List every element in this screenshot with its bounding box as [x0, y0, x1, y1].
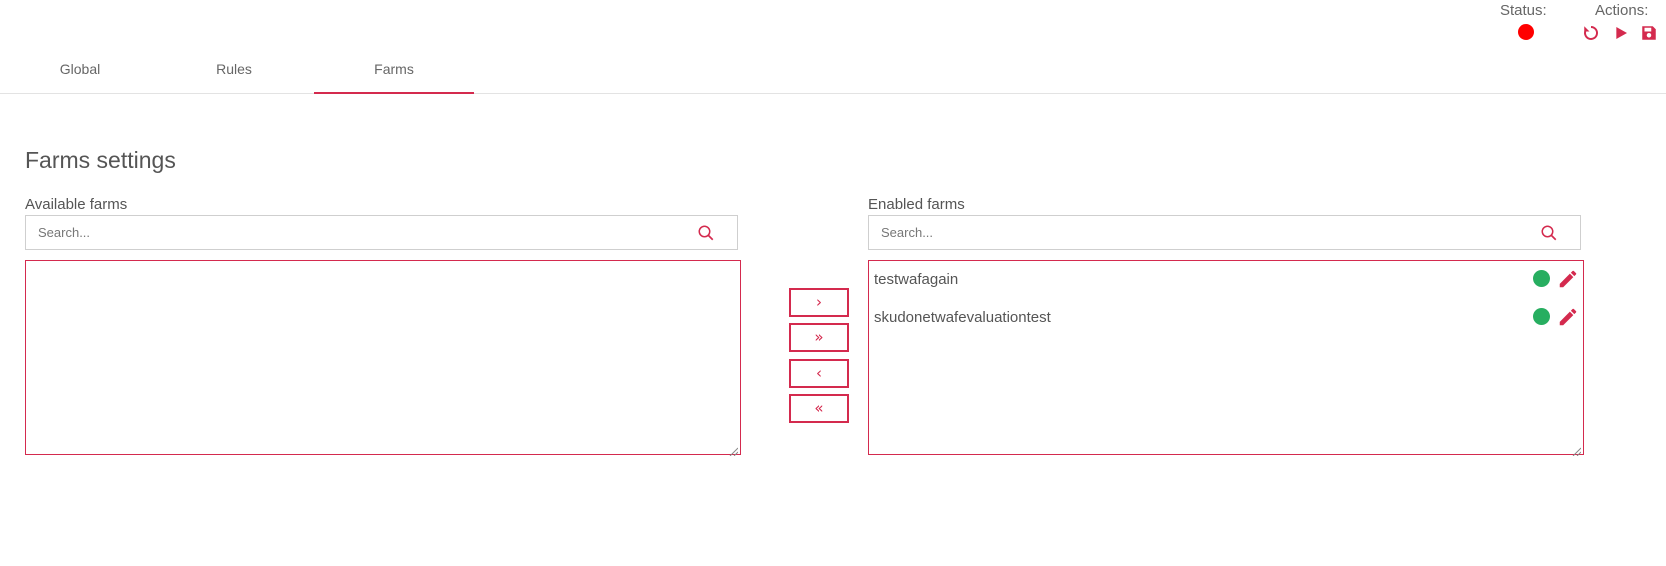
- search-icon[interactable]: [697, 224, 715, 242]
- move-all-right-button[interactable]: »: [789, 323, 849, 352]
- list-item[interactable]: skudonetwafevaluationtest: [869, 299, 1583, 337]
- enabled-search-input[interactable]: [869, 216, 1529, 249]
- enabled-farms-label: Enabled farms: [868, 196, 965, 213]
- resize-grip-icon[interactable]: [729, 443, 739, 457]
- save-icon[interactable]: [1640, 24, 1658, 42]
- farm-name: skudonetwafevaluationtest: [874, 309, 1051, 326]
- status-indicator: [1518, 24, 1534, 40]
- tab-bar: Global Rules Farms: [0, 52, 1666, 94]
- play-icon[interactable]: [1612, 24, 1630, 42]
- farm-name: testwafagain: [874, 271, 959, 288]
- available-farms-label: Available farms: [25, 196, 128, 213]
- status-label: Status:: [1500, 2, 1547, 19]
- move-selected-left-button[interactable]: ‹: [789, 359, 849, 388]
- enabled-search-box: [868, 215, 1581, 250]
- tab-farms[interactable]: Farms: [314, 52, 474, 94]
- tab-global[interactable]: Global: [0, 52, 160, 94]
- resize-grip-icon[interactable]: [1572, 443, 1582, 457]
- edit-icon[interactable]: [1557, 306, 1579, 328]
- actions-label: Actions:: [1595, 2, 1649, 19]
- farm-status-indicator: [1533, 308, 1550, 325]
- available-farms-list[interactable]: [25, 260, 741, 457]
- farm-status-indicator: [1533, 270, 1550, 287]
- search-icon[interactable]: [1540, 224, 1558, 242]
- tab-rules[interactable]: Rules: [154, 52, 314, 94]
- available-search-box: [25, 215, 738, 250]
- move-selected-right-button[interactable]: ›: [789, 288, 849, 317]
- enabled-farms-list[interactable]: testwafagain skudonetwafevaluationtest: [868, 260, 1584, 457]
- available-search-input[interactable]: [26, 216, 686, 249]
- edit-icon[interactable]: [1557, 268, 1579, 290]
- restart-icon[interactable]: [1582, 24, 1600, 42]
- move-all-left-button[interactable]: «: [789, 394, 849, 423]
- page-title: Farms settings: [25, 147, 176, 173]
- list-item[interactable]: testwafagain: [869, 261, 1583, 299]
